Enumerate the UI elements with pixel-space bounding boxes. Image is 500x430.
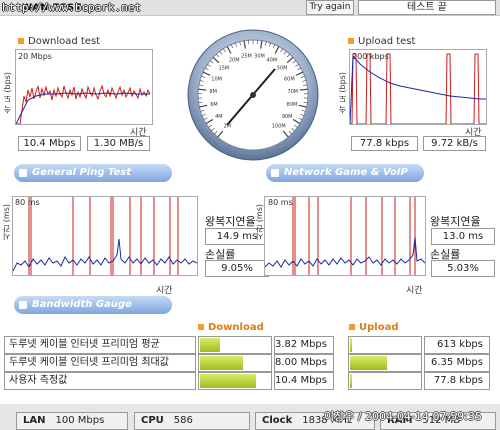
download-bar (198, 336, 272, 354)
ping-yaxis-label: 시간 (ms) (2, 204, 11, 241)
game-graph (264, 196, 426, 276)
gauge-tick-label: 10M (211, 76, 222, 82)
ping-xaxis-label: 시간 (156, 286, 173, 296)
download-blue-line (16, 92, 150, 124)
gauge-tick-label: 100M (272, 124, 286, 130)
try-again-button[interactable]: Try again (306, 0, 354, 15)
upload-bar-fill (350, 374, 352, 388)
ping-section-header: General Ping Test (14, 164, 172, 182)
lan-label: LAN (23, 415, 46, 426)
clock-label: Clock (262, 415, 293, 426)
gauge-tick-label: 8M (209, 89, 217, 95)
bandwidth-row-label: 두루넷 케이블 인터넷 프리미엄 최대값 (4, 354, 196, 372)
speed-gauge-svg: 2M4M6M8M10M15M20M25M 30M40M50M60M70M80M90… (187, 29, 319, 161)
upload-bar-fill (350, 356, 387, 370)
orange-square-icon (198, 324, 204, 330)
site-url-watermark: http://www.bcpark.net (2, 1, 142, 14)
test-status-field: 테스트 끝 (358, 0, 496, 15)
bandwidth-row-label: 사용자 측정값 (4, 372, 196, 390)
game-loss-value: 5.03% (431, 260, 495, 277)
ping-scale-label: 80 ms (15, 198, 40, 207)
gauge-tick (198, 88, 207, 91)
lan-status: LAN 100 Mbps (16, 412, 128, 430)
gauge-tick-label: 15M (219, 66, 230, 72)
section-bullet-icon (19, 169, 27, 177)
download-bar-value: 3.82 Mbps (274, 336, 334, 354)
download-bar (198, 372, 272, 390)
download-graph-svg (16, 84, 151, 124)
game-blue-line (265, 236, 425, 268)
download-bar-fill (200, 374, 256, 388)
game-rtt-label: 왕복지연율 (430, 215, 481, 228)
upload-bar (348, 354, 422, 372)
download-column-header: Download (198, 322, 264, 333)
gauge-tick-label: 40M (266, 58, 277, 64)
gauge-tick-label: 25M (241, 54, 252, 60)
upload-scale-label: 200 kbps (352, 52, 389, 61)
gauge-tick-label: 90M (282, 114, 293, 120)
ping-loss-value: 9.05% (205, 260, 269, 277)
download-bar-fill (200, 356, 243, 370)
game-graph-svg (265, 197, 425, 275)
download-title: Download test (18, 36, 100, 47)
download-scale-label: 20 Mbps (18, 52, 52, 61)
download-bar (198, 354, 272, 372)
upload-kbs-value: 9.72 kB/s (423, 136, 486, 151)
ping-graph (12, 196, 198, 276)
gauge-tick-label: 6M (210, 102, 218, 108)
upload-bar-value: 77.8 kbps (424, 372, 490, 390)
gauge-tick-label: 60M (284, 76, 295, 82)
author-watermark: 이창우 / 2004-04-14 07:59:35 (324, 410, 482, 423)
section-bullet-icon (19, 301, 27, 309)
gauge-tick-label: 4M (215, 114, 223, 120)
download-bar-fill (200, 338, 220, 352)
gauge-tick-label: 70M (287, 89, 298, 95)
game-section-header: Network Game & VoIP Test (266, 164, 424, 196)
cpu-value: 586 (173, 415, 193, 426)
upload-kbps-value: 77.8 kbps (351, 136, 418, 151)
download-yaxis-label: 속 도 (bps) (3, 72, 12, 114)
gauge-hub (250, 92, 256, 98)
upload-title: Upload test (348, 36, 415, 47)
orange-square-icon (348, 38, 354, 44)
gauge-tick-label: 80M (287, 102, 298, 108)
game-scale-label: 80 ms (268, 198, 293, 207)
bandwidth-section-header: Bandwidth Gauge (14, 296, 172, 314)
download-bar-value: 10.4 Mbps (274, 372, 334, 390)
lan-value: 100 Mbps (55, 415, 105, 426)
cpu-status: CPU 586 (134, 412, 250, 430)
ping-blue-line (13, 238, 197, 272)
download-mbs-value: 1.30 MB/s (87, 136, 150, 151)
gauge-tick (299, 88, 308, 91)
orange-square-icon (18, 38, 24, 44)
upload-bar-value: 613 kbps (424, 336, 490, 354)
upload-bar-fill (350, 338, 352, 352)
speed-gauge: 2M 4M 6M 8M 10M 15M 20M 25M 30M 40M 50M 60M 70M 80M 90… (186, 28, 320, 162)
ping-rtt-label: 왕복지연율 (205, 215, 256, 228)
upload-yaxis-label: 속 도 (bps) (338, 72, 347, 114)
download-mbps-value: 10.4 Mbps (18, 136, 81, 151)
game-xaxis-label: 시간 (406, 286, 423, 296)
gauge-tick-label: 30M (254, 54, 265, 60)
upload-column-header: Upload (349, 322, 398, 333)
section-bullet-icon (271, 169, 279, 177)
download-bar-value: 8.00 Mbps (274, 354, 334, 372)
ping-graph-svg (13, 197, 197, 275)
game-rtt-value: 13.0 ms (431, 228, 495, 245)
gauge-tick-label: 20M (229, 58, 240, 64)
upload-red-line (350, 53, 486, 124)
upload-graph-svg (350, 53, 486, 124)
bandwidth-row-label: 두루넷 케이블 인터넷 프리미엄 평균 (4, 336, 196, 354)
gauge-tick-label: 50M (277, 66, 288, 72)
upload-bar (348, 372, 422, 390)
upload-bar-value: 6.35 Mbps (424, 354, 490, 372)
download-red-line (16, 84, 151, 124)
cpu-label: CPU (141, 415, 164, 426)
orange-square-icon (349, 324, 355, 330)
upload-bar (348, 336, 422, 354)
